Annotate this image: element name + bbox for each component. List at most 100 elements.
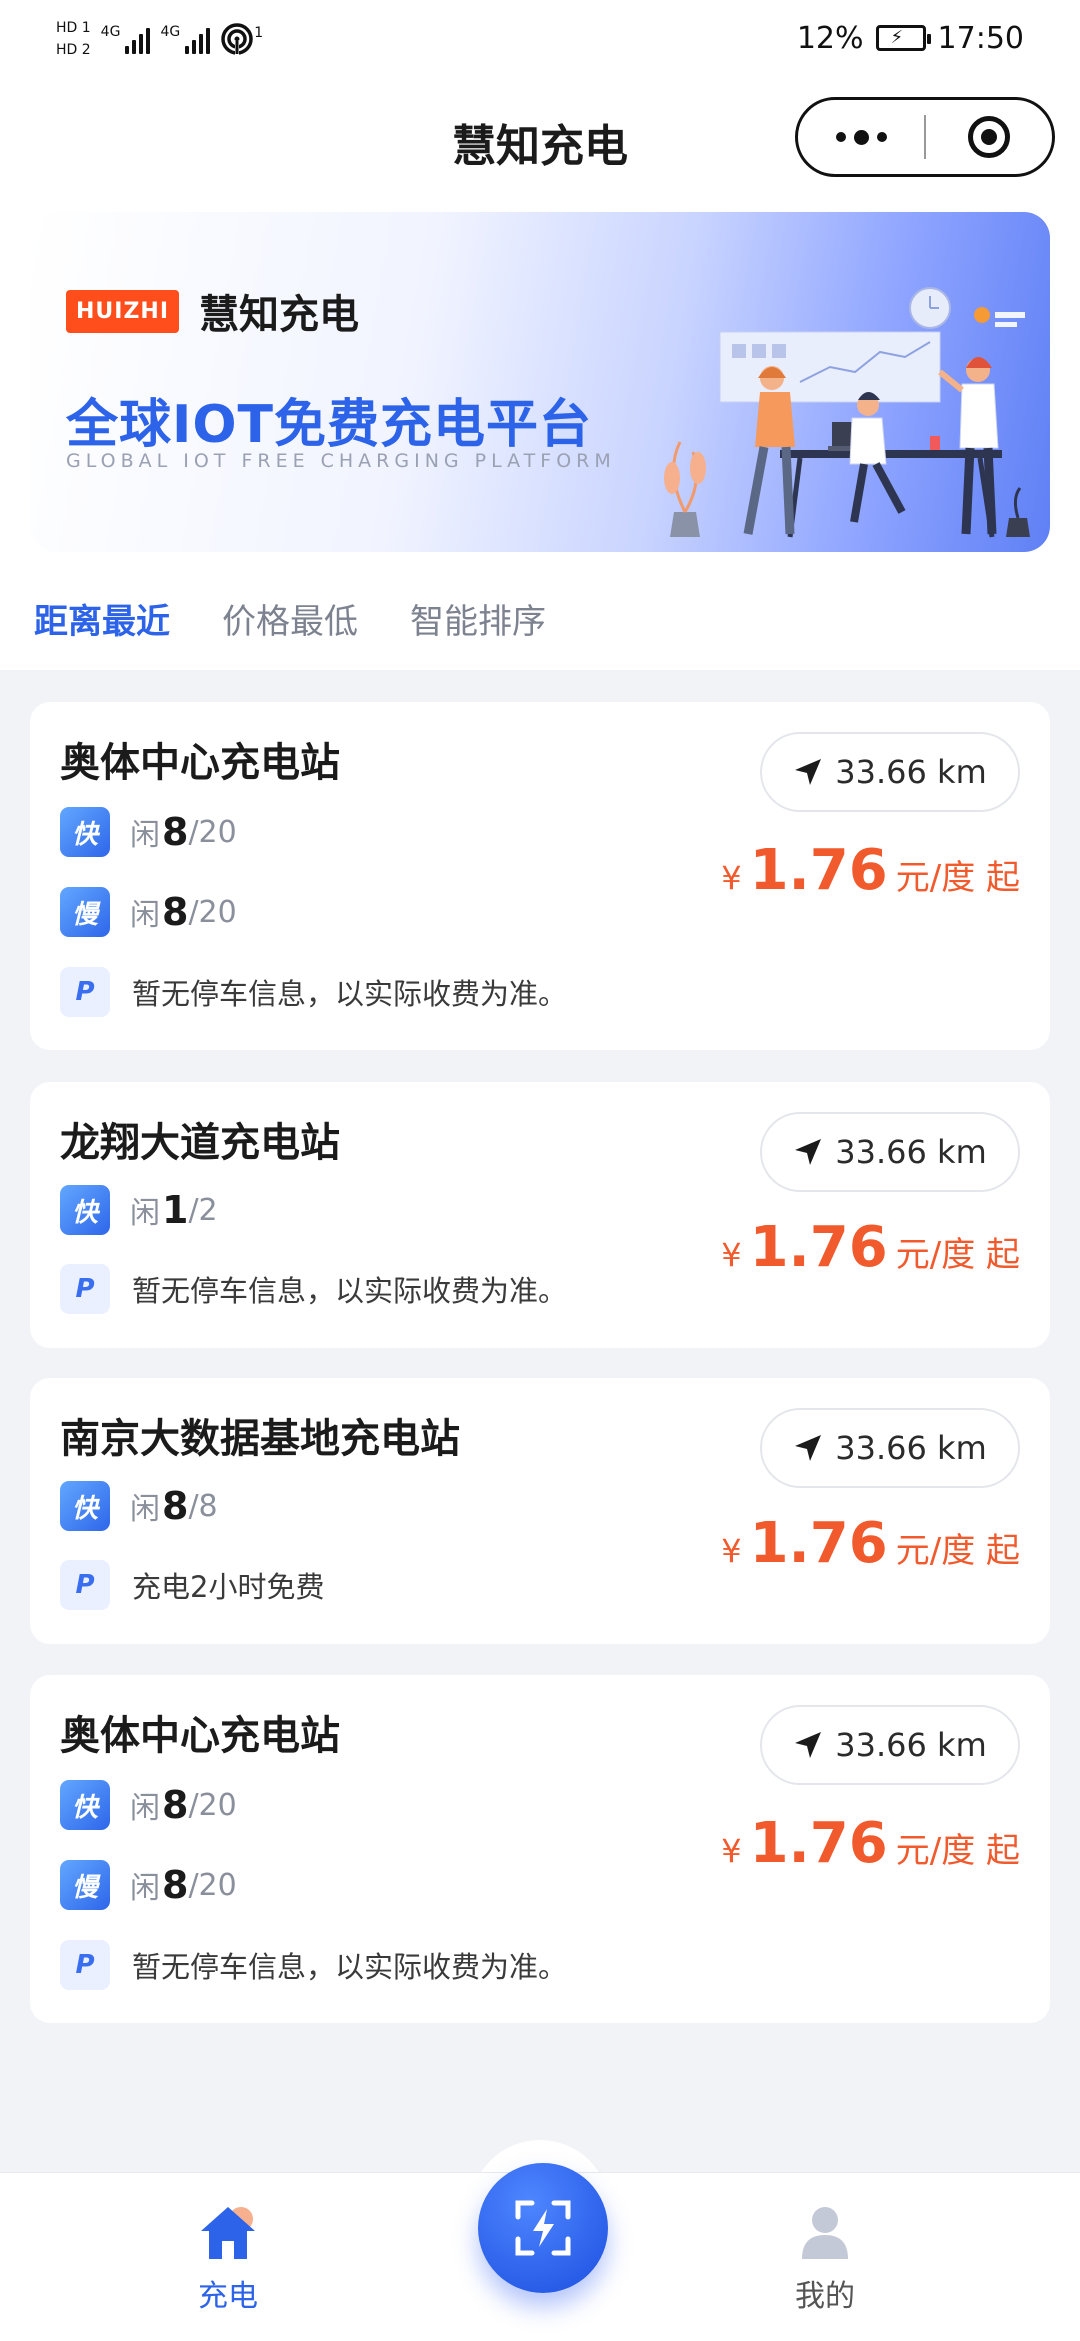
idle-count: 8 (162, 1484, 189, 1528)
promo-banner[interactable]: HUIZHI 慧知充电 全球IOT免费充电平台 GLOBAL IOT FREE … (30, 212, 1050, 552)
parking-info: 暂无停车信息，以实际收费为准。 (132, 977, 568, 1011)
hd1-label: HD 1 (56, 20, 91, 36)
fast-charge-badge: 快 (60, 1481, 110, 1531)
tab-nearest[interactable]: 距离最近 (34, 594, 170, 643)
idle-count: 8 (162, 890, 189, 934)
distance-button[interactable]: 33.66 km (760, 1705, 1020, 1785)
slow-charge-badge: 慢 (60, 1860, 110, 1910)
price-unit: 元/度 起 (895, 1531, 1020, 1571)
hd-indicator: HD 1 HD 2 (56, 17, 91, 61)
battery-charging-icon: ⚡ (875, 25, 931, 51)
distance-button[interactable]: 33.66 km (760, 1408, 1020, 1488)
banner-slogan: 全球IOT免费充电平台 (66, 395, 593, 455)
status-right: 12% ⚡ 17:50 (797, 16, 1024, 60)
parking-row: P 充电2小时免费 (60, 1560, 324, 1610)
price-value: 1.76 (749, 838, 888, 903)
idle-label: 闲 (130, 1196, 160, 1231)
idle-count: 1 (162, 1188, 189, 1232)
battery-percent: 12% (796, 20, 864, 56)
fast-charger-row: 快 闲 1 /2 (60, 1185, 218, 1235)
station-name: 奥体中心充电站 (60, 740, 340, 786)
parking-icon: P (60, 1264, 110, 1314)
nav-charge-label: 充电 (198, 2279, 258, 2314)
parking-icon: P (60, 1560, 110, 1610)
parking-row: P 暂无停车信息，以实际收费为准。 (60, 1264, 567, 1314)
location-arrow-icon (795, 1435, 822, 1461)
price-unit: 元/度 起 (895, 858, 1020, 898)
brand-name: 慧知充电 (199, 292, 360, 338)
nav-bar: 慧知充电 (0, 80, 1080, 200)
fast-charger-row: 快 闲 8 /20 (60, 807, 237, 857)
home-icon (201, 2207, 255, 2259)
brand-logo: HUIZHI (66, 289, 180, 333)
currency-symbol: ¥ (721, 859, 742, 897)
parking-info: 暂无停车信息，以实际收费为准。 (132, 1274, 568, 1308)
fast-charger-row: 快 闲 8 /20 (60, 1780, 237, 1830)
slow-charge-badge: 慢 (60, 887, 110, 937)
station-card[interactable]: 龙翔大道充电站 快 闲 1 /2 P 暂无停车信息，以实际收费为准。 33.66… (30, 1082, 1050, 1348)
total-count: /20 (188, 814, 237, 850)
distance-value: 33.66 km (835, 1133, 987, 1171)
location-arrow-icon (795, 1139, 822, 1165)
station-name: 龙翔大道充电站 (60, 1120, 340, 1166)
station-card[interactable]: 南京大数据基地充电站 快 闲 8 /8 P 充电2小时免费 33.66 km ¥… (30, 1378, 1050, 1644)
distance-value: 33.66 km (835, 753, 987, 791)
price-unit: 元/度 起 (895, 1831, 1020, 1871)
status-left: HD 1 HD 2 4G 4G 1 (56, 14, 263, 64)
parking-row: P 暂无停车信息，以实际收费为准。 (60, 967, 567, 1017)
distance-value: 33.66 km (835, 1429, 987, 1467)
scan-charge-button[interactable] (478, 2163, 608, 2293)
price: ¥ 1.76 元/度 起 (721, 1215, 1020, 1280)
user-icon (802, 2207, 848, 2259)
hotspot-count: 1 (254, 25, 264, 41)
close-button[interactable] (926, 116, 1052, 158)
station-card[interactable]: 奥体中心充电站 快 闲 8 /20 慢 闲 8 /20 P 暂无停车信息，以实际… (30, 1675, 1050, 2023)
nav-mine-label: 我的 (795, 2279, 855, 2314)
station-card[interactable]: 奥体中心充电站 快 闲 8 /20 慢 闲 8 /20 P 暂无停车信息，以实际… (30, 702, 1050, 1050)
idle-label: 闲 (130, 1791, 160, 1826)
currency-symbol: ¥ (721, 1236, 742, 1274)
idle-label: 闲 (130, 1871, 160, 1906)
target-icon (967, 116, 1010, 158)
price: ¥ 1.76 元/度 起 (721, 1511, 1020, 1576)
parking-row: P 暂无停车信息，以实际收费为准。 (60, 1940, 567, 1990)
total-count: /20 (188, 894, 237, 930)
nav-mine[interactable]: 我的 (725, 2203, 925, 2315)
more-button[interactable] (798, 129, 924, 145)
currency-symbol: ¥ (721, 1532, 742, 1570)
signal-1-label: 4G (100, 24, 121, 40)
currency-symbol: ¥ (721, 1832, 742, 1870)
signal-icon-1: 4G (101, 24, 151, 54)
price-value: 1.76 (749, 1511, 888, 1576)
idle-label: 闲 (130, 818, 160, 853)
idle-count: 8 (162, 810, 189, 854)
distance-value: 33.66 km (835, 1726, 987, 1764)
station-name: 南京大数据基地充电站 (60, 1416, 460, 1462)
total-count: /8 (188, 1488, 218, 1524)
distance-button[interactable]: 33.66 km (760, 1112, 1020, 1192)
total-count: /20 (188, 1867, 237, 1903)
status-bar: HD 1 HD 2 4G 4G 1 12% ⚡ 17:50 (0, 0, 1080, 80)
distance-button[interactable]: 33.66 km (760, 732, 1020, 812)
price: ¥ 1.76 元/度 起 (721, 838, 1020, 903)
parking-icon: P (60, 1940, 110, 1990)
tab-smart-sort[interactable]: 智能排序 (410, 594, 546, 643)
fast-charge-badge: 快 (60, 807, 110, 857)
nav-charge[interactable]: 充电 (128, 2203, 328, 2315)
price-unit: 元/度 起 (895, 1235, 1020, 1275)
location-arrow-icon (795, 1732, 822, 1758)
idle-count: 8 (162, 1783, 189, 1827)
station-name: 奥体中心充电站 (60, 1713, 340, 1759)
location-arrow-icon (795, 759, 822, 785)
total-count: /2 (188, 1192, 218, 1228)
total-count: /20 (188, 1787, 237, 1823)
parking-icon: P (60, 967, 110, 1017)
idle-count: 8 (162, 1863, 189, 1907)
idle-label: 闲 (130, 1492, 160, 1527)
price-value: 1.76 (749, 1811, 888, 1876)
banner-slogan-en: GLOBAL IOT FREE CHARGING PLATFORM (66, 450, 616, 472)
parking-info: 充电2小时免费 (132, 1570, 325, 1604)
fast-charge-badge: 快 (60, 1185, 110, 1235)
tab-cheapest[interactable]: 价格最低 (222, 594, 358, 643)
price-value: 1.76 (749, 1215, 888, 1280)
